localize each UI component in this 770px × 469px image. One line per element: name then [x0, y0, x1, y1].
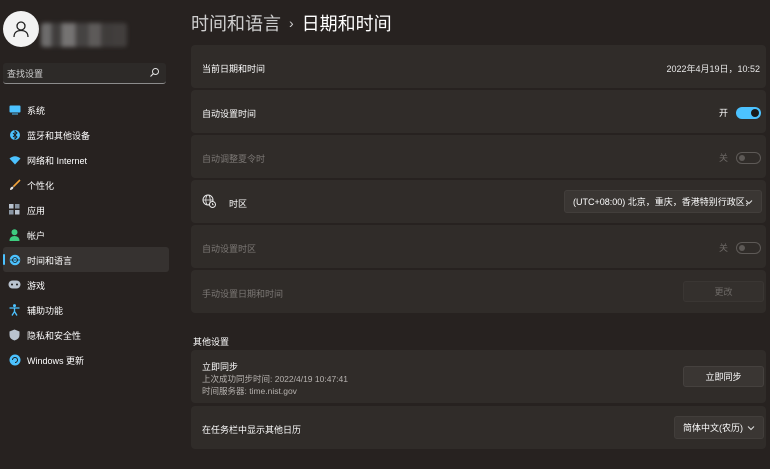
main-content: 时间和语言 › 日期和时间 当前日期和时间 2022年4月19日，10:52 自…	[191, 0, 770, 469]
search-placeholder: 查找设置	[7, 69, 44, 79]
update-icon	[8, 353, 21, 366]
calendar-value: 简体中文(农历)	[683, 423, 743, 433]
user-profile[interactable]	[3, 11, 173, 51]
sidebar-item-time-language[interactable]: 时间和语言	[3, 247, 169, 272]
auto-time-label: 自动设置时间	[202, 109, 257, 119]
sidebar-item-label: 帐户	[27, 231, 46, 241]
sidebar-item-bluetooth[interactable]: 蓝牙和其他设备	[3, 122, 169, 147]
auto-time-card: 自动设置时间 开	[191, 90, 766, 133]
page-title: 日期和时间	[301, 14, 392, 34]
auto-timezone-label: 自动设置时区	[202, 244, 257, 254]
sidebar-item-label: 应用	[27, 206, 46, 216]
account-icon	[8, 228, 21, 241]
timezone-label: 时区	[229, 199, 248, 209]
timezone-card: 时区 (UTC+08:00) 北京，重庆，香港特别行政区，	[191, 180, 766, 223]
sidebar-item-personalization[interactable]: 个性化	[3, 172, 169, 197]
timezone-globe-icon	[202, 194, 216, 208]
search-icon[interactable]	[149, 67, 160, 78]
sidebar-item-privacy[interactable]: 隐私和安全性	[3, 322, 169, 347]
breadcrumb: 时间和语言 › 日期和时间	[191, 10, 392, 36]
sidebar: 查找设置 系统 蓝牙和其他设备 网络和 Internet 个性化 应用 帐户 时…	[0, 0, 175, 469]
avatar[interactable]	[3, 11, 39, 47]
person-icon	[13, 21, 29, 38]
calendar-label: 在任务栏中显示其他日历	[202, 425, 302, 435]
timezone-dropdown[interactable]: (UTC+08:00) 北京，重庆，香港特别行政区，	[564, 190, 762, 213]
sidebar-item-label: 蓝牙和其他设备	[27, 131, 91, 141]
timezone-value: (UTC+08:00) 北京，重庆，香港特别行政区，	[573, 197, 754, 207]
blurred-user-name	[41, 23, 127, 47]
sidebar-item-accessibility[interactable]: 辅助功能	[3, 297, 169, 322]
sidebar-item-label: 个性化	[27, 181, 55, 191]
auto-dst-card: 自动调整夏令时 关	[191, 135, 766, 178]
sidebar-item-label: 时间和语言	[27, 256, 73, 266]
auto-timezone-toggle[interactable]	[736, 241, 761, 254]
auto-timezone-state: 关	[718, 243, 728, 253]
sidebar-item-label: 系统	[27, 106, 46, 116]
brush-icon	[8, 178, 21, 191]
wifi-icon	[8, 153, 21, 166]
calendar-card: 在任务栏中显示其他日历 简体中文(农历)	[191, 406, 766, 449]
other-settings-heading: 其他设置	[193, 337, 230, 347]
auto-dst-label: 自动调整夏令时	[202, 154, 266, 164]
change-button[interactable]: 更改	[683, 281, 764, 302]
system-icon	[8, 103, 21, 116]
calendar-dropdown[interactable]: 简体中文(农历)	[674, 416, 764, 439]
breadcrumb-parent[interactable]: 时间和语言	[191, 10, 281, 36]
globe-clock-icon	[8, 253, 21, 266]
gamepad-icon	[8, 278, 21, 291]
apps-icon	[8, 203, 21, 216]
sidebar-item-windows-update[interactable]: Windows 更新	[3, 347, 169, 372]
manual-datetime-label: 手动设置日期和时间	[202, 289, 284, 299]
bluetooth-icon	[8, 128, 21, 141]
current-datetime-label: 当前日期和时间	[202, 64, 266, 74]
current-datetime-card: 当前日期和时间 2022年4月19日，10:52	[191, 45, 766, 88]
sync-now-button[interactable]: 立即同步	[683, 366, 764, 387]
auto-time-toggle[interactable]	[736, 106, 761, 119]
auto-dst-toggle[interactable]	[736, 151, 761, 164]
sidebar-item-label: Windows 更新	[27, 356, 85, 366]
sidebar-item-label: 辅助功能	[27, 306, 64, 316]
sync-card: 立即同步 上次成功同步时间: 2022/4/19 10:47:41 时间服务器:…	[191, 350, 766, 403]
auto-dst-state: 关	[718, 153, 728, 163]
search-input[interactable]: 查找设置	[3, 63, 166, 84]
sidebar-item-system[interactable]: 系统	[3, 97, 169, 122]
auto-timezone-card: 自动设置时区 关	[191, 225, 766, 268]
sidebar-item-label: 隐私和安全性	[27, 331, 82, 341]
auto-timezone-toggle-group: 关	[719, 241, 761, 254]
chevron-down-icon	[745, 199, 753, 204]
accessibility-icon	[8, 303, 21, 316]
auto-time-state: 开	[718, 108, 728, 118]
sync-last-time: 上次成功同步时间: 2022/4/19 10:47:41	[202, 374, 348, 384]
current-datetime-value: 2022年4月19日，10:52	[666, 64, 760, 74]
sync-title: 立即同步	[202, 362, 239, 372]
breadcrumb-separator: ›	[289, 15, 294, 31]
active-indicator	[3, 254, 5, 265]
shield-icon	[8, 328, 21, 341]
sidebar-item-gaming[interactable]: 游戏	[3, 272, 169, 297]
sidebar-item-accounts[interactable]: 帐户	[3, 222, 169, 247]
sidebar-item-network[interactable]: 网络和 Internet	[3, 147, 169, 172]
sidebar-item-apps[interactable]: 应用	[3, 197, 169, 222]
chevron-down-icon	[747, 425, 755, 430]
auto-time-toggle-group: 开	[719, 106, 761, 119]
sync-server: 时间服务器: time.nist.gov	[202, 386, 297, 396]
sidebar-item-label: 游戏	[27, 281, 46, 291]
sidebar-nav: 系统 蓝牙和其他设备 网络和 Internet 个性化 应用 帐户 时间和语言 …	[0, 97, 170, 372]
auto-dst-toggle-group: 关	[719, 151, 761, 164]
manual-datetime-card: 手动设置日期和时间 更改	[191, 270, 766, 313]
sidebar-item-label: 网络和 Internet	[27, 156, 88, 166]
